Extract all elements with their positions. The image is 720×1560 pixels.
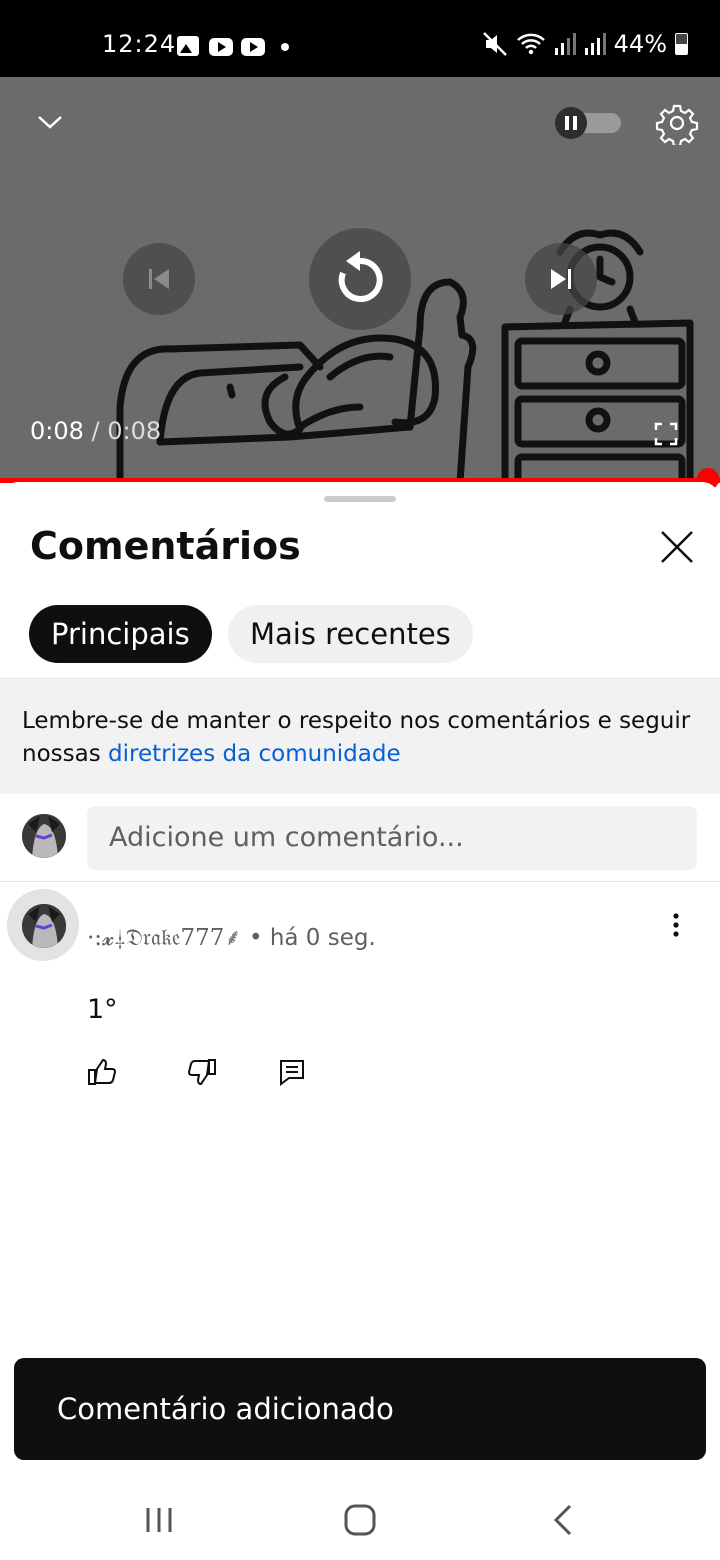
status-bar: 12:24 44% bbox=[0, 0, 720, 77]
system-nav-bar bbox=[0, 1474, 720, 1560]
skip-previous-icon bbox=[149, 269, 169, 289]
wifi-icon bbox=[516, 33, 545, 55]
dislike-icon[interactable] bbox=[186, 1056, 218, 1088]
status-time: 12:24 bbox=[102, 30, 177, 58]
fullscreen-icon[interactable] bbox=[654, 422, 678, 446]
reply-icon[interactable] bbox=[276, 1056, 308, 1088]
add-comment-row: Adicione um comentário... bbox=[0, 794, 720, 882]
user-avatar bbox=[22, 814, 66, 858]
drag-handle[interactable] bbox=[324, 496, 396, 502]
duration: 0:08 bbox=[107, 417, 162, 445]
avatar-image bbox=[22, 814, 66, 858]
previous-button[interactable] bbox=[123, 243, 195, 315]
comment-author-avatar[interactable] bbox=[22, 904, 66, 948]
recent-apps-icon[interactable] bbox=[139, 1500, 179, 1540]
comment-text: 1° bbox=[87, 994, 118, 1025]
comment-author[interactable]: ·:𝔁⸸𝔇𝔯𝔞𝔨𝔢777⸙ bbox=[87, 925, 242, 951]
add-comment-input[interactable]: Adicione um comentário... bbox=[87, 806, 697, 870]
community-guidelines-link[interactable]: diretrizes da comunidade bbox=[108, 741, 401, 767]
collapse-chevron-icon[interactable] bbox=[30, 107, 70, 137]
snackbar-toast: Comentário adicionado bbox=[14, 1358, 706, 1460]
battery-percent: 44% bbox=[613, 30, 667, 58]
signal-icon bbox=[584, 33, 606, 55]
community-guidelines-banner: Lembre-se de manter o respeito nos comen… bbox=[0, 678, 720, 794]
gallery-notification-icon bbox=[177, 36, 199, 56]
replay-icon bbox=[338, 251, 383, 302]
current-time: 0:08 bbox=[30, 417, 84, 445]
home-icon[interactable] bbox=[340, 1500, 380, 1540]
comments-panel: Comentários Principais Mais recentes Lem… bbox=[0, 482, 720, 1475]
comment-meta: ·:𝔁⸸𝔇𝔯𝔞𝔨𝔢777⸙ • há 0 seg. bbox=[87, 920, 376, 952]
next-button[interactable] bbox=[525, 243, 597, 315]
youtube-notification-icon bbox=[209, 38, 233, 56]
mute-icon bbox=[482, 32, 507, 56]
replay-button[interactable] bbox=[309, 228, 411, 330]
settings-gear-icon[interactable] bbox=[655, 101, 699, 145]
comments-title: Comentários bbox=[30, 524, 301, 568]
comment-time: • há 0 seg. bbox=[248, 925, 376, 951]
time-separator: / bbox=[91, 417, 100, 445]
autoplay-toggle[interactable] bbox=[555, 107, 621, 139]
avatar-image bbox=[22, 904, 66, 948]
signal-icon bbox=[554, 33, 576, 55]
battery-icon bbox=[675, 33, 688, 55]
comment-item: ·:𝔁⸸𝔇𝔯𝔞𝔨𝔢777⸙ • há 0 seg. 1° bbox=[0, 882, 720, 1102]
more-vert-icon[interactable] bbox=[664, 910, 688, 940]
youtube-notification-icon bbox=[241, 38, 265, 56]
more-notifications-icon bbox=[281, 43, 289, 51]
skip-next-icon bbox=[551, 269, 571, 289]
like-icon[interactable] bbox=[86, 1056, 118, 1088]
video-player[interactable]: 0:08 / 0:08 bbox=[0, 77, 720, 482]
status-indicators: 44% bbox=[482, 30, 688, 58]
close-icon[interactable] bbox=[658, 528, 696, 566]
time-display: 0:08 / 0:08 bbox=[30, 417, 161, 445]
pause-icon bbox=[555, 107, 587, 139]
chip-principais[interactable]: Principais bbox=[29, 605, 212, 663]
chip-mais-recentes[interactable]: Mais recentes bbox=[228, 605, 473, 663]
back-icon[interactable] bbox=[544, 1500, 584, 1540]
